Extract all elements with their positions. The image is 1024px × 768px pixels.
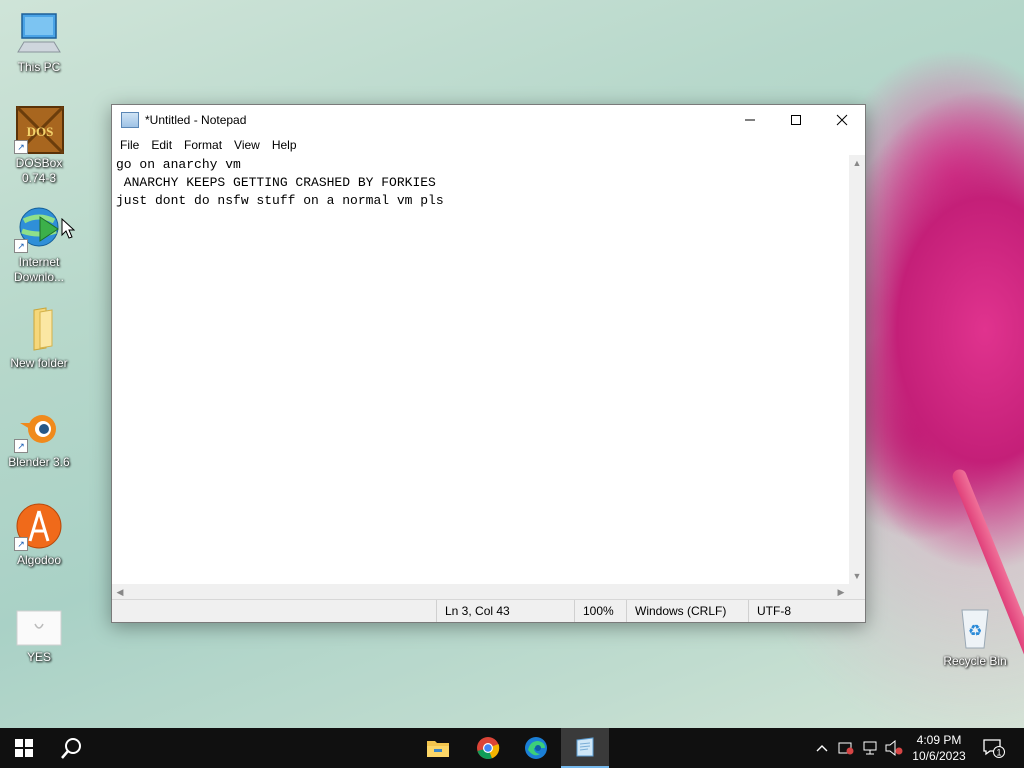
desktop-icon-label: YES [26, 650, 51, 664]
taskbar-clock[interactable]: 4:09 PM 10/6/2023 [906, 732, 972, 764]
taskbar: 4:09 PM 10/6/2023 1 [0, 728, 1024, 768]
maximize-button[interactable] [773, 105, 819, 135]
menu-view[interactable]: View [228, 138, 266, 152]
notification-count: 1 [996, 748, 1001, 758]
desktop-icon-label: Recycle Bin [943, 654, 1007, 668]
desktop-icon-yes[interactable]: YES [2, 610, 76, 665]
volume-muted-icon[interactable] [882, 728, 906, 768]
shortcut-arrow-icon: ↗ [14, 537, 28, 551]
svg-text:♻: ♻ [968, 621, 982, 640]
notepad-icon [576, 737, 594, 757]
clock-date: 10/6/2023 [912, 749, 966, 763]
scroll-right-icon[interactable]: ▶ [833, 584, 849, 600]
start-button[interactable] [0, 728, 48, 768]
show-hidden-icons-chevron-up-icon[interactable] [810, 728, 834, 768]
taskbar-edge[interactable] [512, 728, 560, 768]
desktop-icon-this-pc[interactable]: This PC [2, 10, 76, 75]
scrollbar-corner [849, 584, 865, 600]
desktop-icon-label: Algodoo [16, 553, 62, 567]
title-bar[interactable]: *Untitled - Notepad [112, 105, 865, 135]
window-title: *Untitled - Notepad [145, 113, 247, 127]
maximize-icon [791, 115, 801, 125]
desktop-icon-dosbox[interactable]: DOS ↗ DOSBox 0.74-3 [2, 105, 76, 186]
windows-logo-icon [15, 739, 33, 757]
menu-file[interactable]: File [114, 138, 145, 152]
scroll-left-icon[interactable]: ◀ [112, 584, 128, 600]
scroll-up-icon[interactable]: ▲ [849, 155, 865, 171]
menu-format[interactable]: Format [178, 138, 228, 152]
recycle-bin-icon: ♻ [952, 604, 998, 650]
blank-document-icon [16, 610, 62, 646]
status-encoding: UTF-8 [748, 600, 848, 622]
mouse-cursor-icon [61, 218, 75, 239]
taskbar-file-explorer[interactable] [414, 728, 462, 768]
desktop-icon-algodoo[interactable]: ↗ Algodoo [2, 503, 76, 568]
search-button[interactable] [48, 728, 96, 768]
shortcut-arrow-icon: ↗ [14, 140, 28, 154]
clock-time: 4:09 PM [916, 733, 962, 747]
minimize-icon [745, 119, 755, 121]
desktop-icon-label: Internet Downlo... [13, 255, 65, 284]
blender-icon: ↗ [14, 405, 62, 453]
monitor-icon [16, 10, 62, 56]
horizontal-scrollbar[interactable]: ◀ ▶ [112, 584, 849, 600]
chrome-icon [477, 737, 500, 760]
status-bar: Ln 3, Col 43 100% Windows (CRLF) UTF-8 [112, 599, 865, 622]
desktop-icon-new-folder[interactable]: New folder [2, 306, 76, 371]
globe-download-icon: ↗ [14, 205, 62, 253]
dosbox-badge-text: DOS [27, 124, 54, 139]
status-line-ending: Windows (CRLF) [626, 600, 748, 622]
desktop-icon-label: New folder [10, 356, 68, 370]
desktop-icon-blender[interactable]: ↗ Blender 3.6 [2, 405, 76, 470]
action-center-button[interactable]: 1 [982, 728, 1006, 768]
network-icon[interactable] [858, 728, 882, 768]
text-editor-area[interactable]: go on anarchy vm ANARCHY KEEPS GETTING C… [112, 155, 849, 584]
taskbar-notepad-active[interactable] [561, 728, 609, 768]
close-button[interactable] [819, 105, 865, 135]
shortcut-arrow-icon: ↗ [14, 239, 28, 253]
notepad-window[interactable]: *Untitled - Notepad File Edit Format Vie… [111, 104, 866, 623]
text-line: go on anarchy vm [116, 157, 241, 172]
minimize-button[interactable] [727, 105, 773, 135]
edge-icon [525, 737, 547, 759]
text-line: ANARCHY KEEPS GETTING CRASHED BY FORKIES [116, 175, 436, 190]
close-icon [836, 114, 848, 126]
text-line: just dont do nsfw stuff on a normal vm p… [116, 193, 444, 208]
shortcut-arrow-icon: ↗ [14, 439, 28, 453]
algodoo-icon: ↗ [14, 503, 62, 551]
file-explorer-icon [427, 741, 449, 757]
status-zoom: 100% [574, 600, 626, 622]
notification-icon: 1 [983, 739, 1005, 758]
desktop-icon-label: Blender 3.6 [8, 455, 70, 469]
security-warning-icon[interactable] [834, 728, 858, 768]
status-cursor-position: Ln 3, Col 43 [436, 600, 574, 622]
menu-edit[interactable]: Edit [145, 138, 178, 152]
desktop-icon-recycle-bin[interactable]: ♻ Recycle Bin [938, 604, 1012, 669]
taskbar-chrome[interactable] [464, 728, 512, 768]
menu-help[interactable]: Help [266, 138, 303, 152]
search-icon [61, 738, 81, 759]
vertical-scrollbar[interactable]: ▲ ▼ [849, 155, 865, 584]
dosbox-icon: DOS ↗ [14, 105, 65, 155]
desktop-icon-label: DOSBox 0.74-3 [15, 156, 63, 185]
folder-icon [16, 306, 62, 352]
notepad-icon [121, 112, 139, 128]
desktop-icon-internet-download-manager[interactable]: ↗ Internet Downlo... [2, 205, 76, 285]
scroll-down-icon[interactable]: ▼ [849, 568, 865, 584]
desktop-icon-label: This PC [17, 60, 61, 74]
menu-bar: File Edit Format View Help [112, 135, 865, 155]
